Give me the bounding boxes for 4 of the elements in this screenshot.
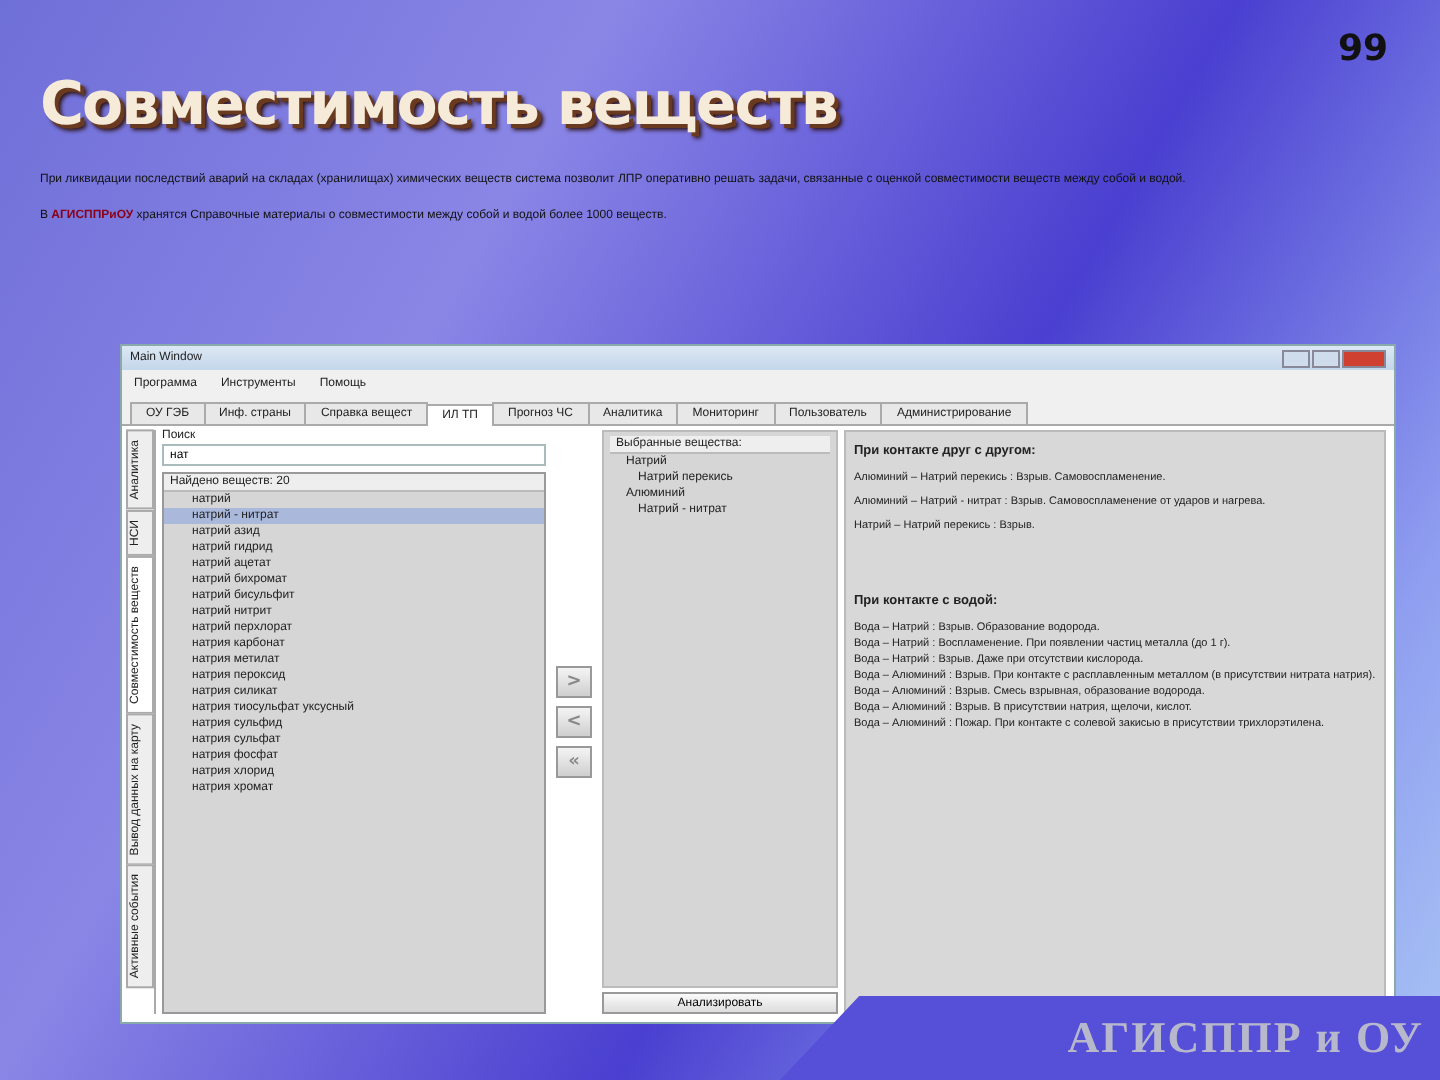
slide-number: 99 xyxy=(1337,28,1388,70)
window-controls-icon xyxy=(1282,349,1386,367)
footer-banner: АГИСППР и ОУ xyxy=(780,996,1440,1080)
slide-title: Совместимость веществ xyxy=(40,70,839,140)
